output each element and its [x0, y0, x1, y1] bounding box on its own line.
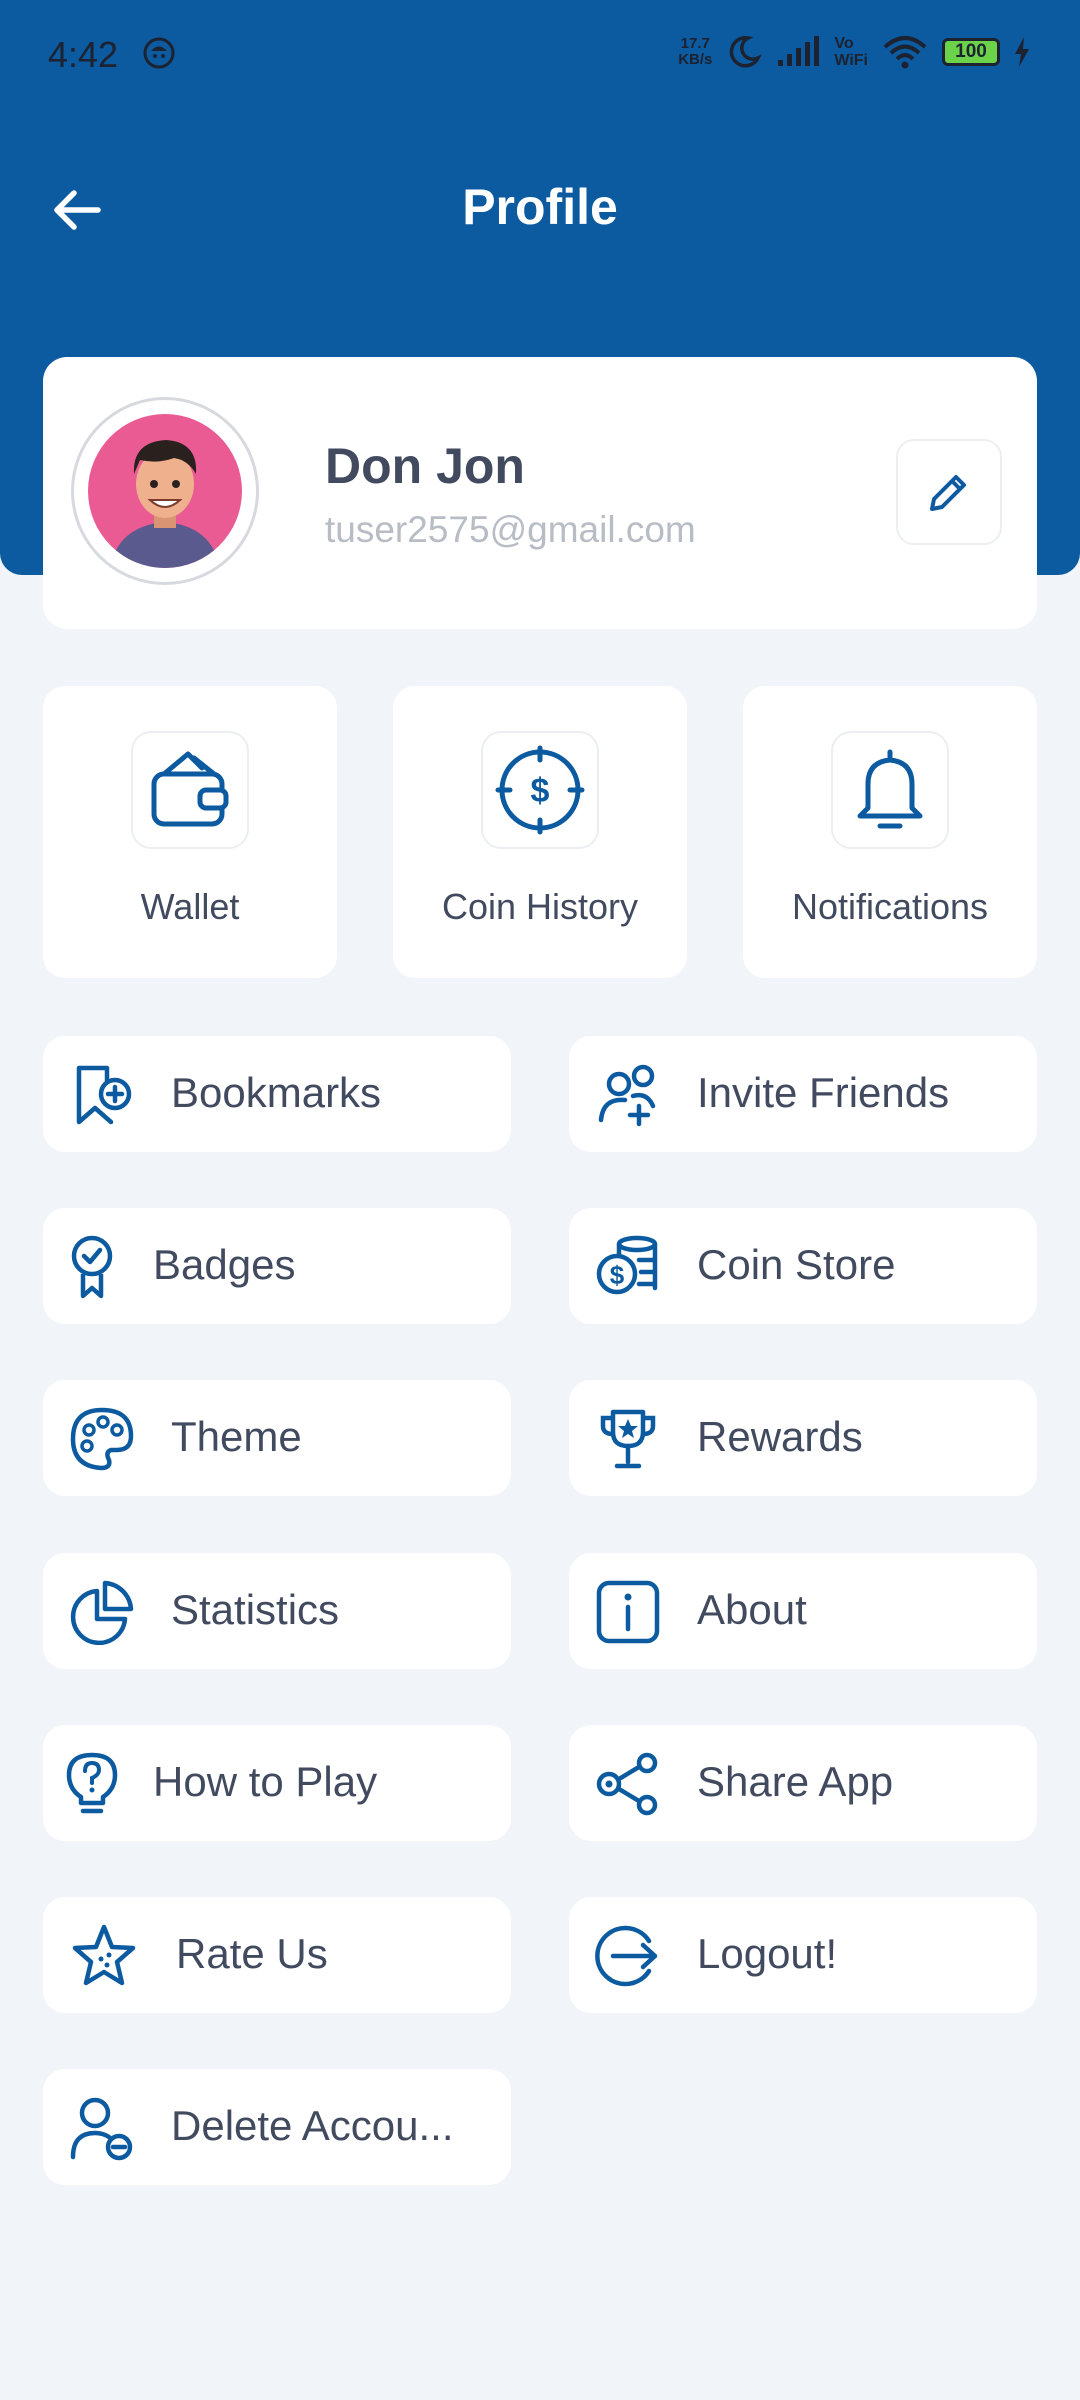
- svg-text:$: $: [610, 1260, 625, 1290]
- status-indicators: 17.7 KB/s Vo WiFi 100: [678, 34, 1030, 70]
- status-bar: 4:42 17.7 KB/s Vo WiFi 100: [0, 0, 1080, 110]
- wallet-tile[interactable]: Wallet: [43, 686, 337, 978]
- menu-item-rewards[interactable]: Rewards: [569, 1380, 1037, 1496]
- palette-icon: [70, 1407, 134, 1471]
- pencil-icon: [930, 475, 966, 511]
- menu-label-theme: Theme: [171, 1413, 302, 1460]
- bookmark-add-icon: [76, 1065, 132, 1125]
- menu-label-logout: Logout!: [697, 1930, 838, 1977]
- menu-item-how-to-play[interactable]: How to Play: [43, 1725, 511, 1841]
- menu-item-coin-store[interactable]: $ Coin Store: [569, 1208, 1037, 1324]
- menu-label-invite-friends: Invite Friends: [697, 1069, 950, 1116]
- wallet-label: Wallet: [140, 886, 240, 927]
- menu-item-bookmarks[interactable]: Bookmarks: [43, 1036, 511, 1152]
- moon-icon: [730, 36, 763, 68]
- lightbulb-question-icon: [66, 1752, 118, 1814]
- user-name: Don Jon: [325, 438, 525, 494]
- status-time: 4:42: [48, 34, 119, 75]
- invite-friends-icon: [598, 1064, 656, 1127]
- coin-history-icon: $: [495, 745, 585, 835]
- menu-label-badges: Badges: [153, 1241, 296, 1288]
- logout-icon: [595, 1925, 658, 1987]
- menu-label-coin-store: Coin Store: [697, 1241, 896, 1288]
- coin-history-icon-box: $: [481, 731, 599, 849]
- avatar-illustration: [110, 440, 220, 568]
- coin-stack-icon: $: [596, 1235, 658, 1295]
- avatar-image: [88, 414, 242, 568]
- page-title: Profile: [462, 179, 618, 235]
- share-icon: [596, 1752, 658, 1816]
- trophy-icon: [600, 1409, 656, 1469]
- info-icon: [596, 1580, 660, 1644]
- badge-icon: [71, 1235, 113, 1299]
- svg-text:$: $: [531, 772, 550, 810]
- menu-label-share-app: Share App: [697, 1758, 894, 1805]
- notifications-icon-box: [831, 731, 949, 849]
- menu-item-logout[interactable]: Logout!: [569, 1897, 1037, 2013]
- edit-profile-button[interactable]: [896, 439, 1002, 545]
- menu-item-badges[interactable]: Badges: [43, 1208, 511, 1324]
- coin-history-tile[interactable]: $ Coin History: [393, 686, 687, 978]
- network-speed-value: 17.7: [680, 35, 710, 52]
- bell-icon: [857, 749, 923, 829]
- menu-item-about[interactable]: About: [569, 1553, 1037, 1669]
- signal-icon: [778, 36, 820, 66]
- menu-label-bookmarks: Bookmarks: [171, 1069, 382, 1116]
- menu-item-share-app[interactable]: Share App: [569, 1725, 1037, 1841]
- coin-history-label: Coin History: [441, 886, 639, 927]
- menu-item-rate-us[interactable]: Rate Us: [43, 1897, 511, 2013]
- vowifi-bottom: WiFi: [834, 52, 868, 69]
- menu-label-how-to-play: How to Play: [153, 1758, 378, 1805]
- wallet-icon-box: [131, 731, 249, 849]
- menu-item-delete-account[interactable]: Delete Accou...: [43, 2069, 511, 2185]
- vowifi-indicator: Vo WiFi: [834, 35, 868, 69]
- menu-label-about: About: [697, 1586, 807, 1633]
- profile-card: Don Jon tuser2575@gmail.com: [43, 357, 1037, 629]
- avatar[interactable]: [71, 397, 259, 585]
- menu-label-statistics: Statistics: [171, 1586, 340, 1633]
- star-icon: [72, 1924, 136, 1986]
- menu-item-theme[interactable]: Theme: [43, 1380, 511, 1496]
- menu-item-statistics[interactable]: Statistics: [43, 1553, 511, 1669]
- pie-chart-icon: [70, 1580, 134, 1645]
- notifications-label: Notifications: [791, 886, 989, 927]
- network-speed-unit: KB/s: [678, 51, 713, 68]
- menu-item-invite-friends[interactable]: Invite Friends: [569, 1036, 1037, 1152]
- status-app-icon: [143, 37, 175, 69]
- menu-label-rate-us: Rate Us: [176, 1930, 328, 1977]
- user-email: tuser2575@gmail.com: [325, 509, 696, 550]
- battery-indicator: 100: [942, 38, 1000, 66]
- menu-label-rewards: Rewards: [697, 1413, 863, 1460]
- menu-label-delete-account: Delete Accou...: [171, 2102, 454, 2149]
- vowifi-top: Vo: [834, 35, 854, 52]
- charging-icon: [1015, 37, 1029, 67]
- wallet-icon: [151, 751, 229, 827]
- network-speed: 17.7 KB/s: [678, 36, 712, 68]
- wifi-icon: [883, 36, 927, 69]
- notifications-tile[interactable]: Notifications: [743, 686, 1037, 978]
- user-remove-icon: [70, 2097, 133, 2161]
